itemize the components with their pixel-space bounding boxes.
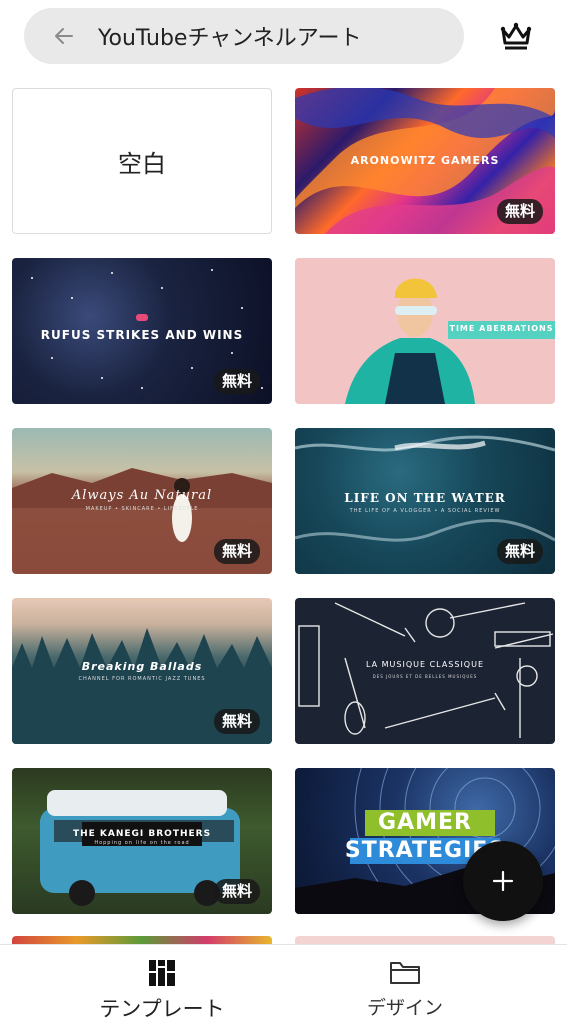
template-title: RUFUS STRIKES AND WINS [40, 328, 244, 342]
template-title: LA MUSIQUE CLASSIQUE [365, 660, 485, 669]
template-card-peek-right[interactable] [295, 936, 555, 944]
free-badge: 無料 [213, 539, 260, 564]
free-badge: 無料 [213, 879, 260, 904]
instruments-line-art [298, 602, 554, 738]
search-bar[interactable]: YouTubeチャンネルアート [24, 8, 464, 64]
nav-tab-templates-label: テンプレート [99, 997, 225, 1021]
template-card-life-on-the-water[interactable]: LIFE ON THE WATER THE LIFE OF A VLOGGER … [295, 428, 555, 574]
template-title: LIFE ON THE WATER [344, 491, 506, 505]
template-title: TIME ABERRATIONS [449, 324, 554, 333]
template-subtitle: CHANNEL FOR ROMANTIC JAZZ TUNES [78, 676, 206, 682]
template-title: ARONOWITZ GAMERS [350, 154, 500, 167]
template-card-la-musique-classique[interactable]: LA MUSIQUE CLASSIQUE DES JOURS ET DE BEL… [295, 598, 555, 744]
template-subtitle: Hopping on life on the road [94, 840, 190, 846]
nav-tab-templates[interactable]: テンプレート [62, 945, 262, 1024]
free-badge: 無料 [213, 369, 260, 394]
premium-button[interactable] [494, 16, 538, 56]
template-card-peek-left[interactable] [12, 936, 272, 944]
nav-tab-design[interactable]: デザイン [305, 945, 505, 1024]
plus-icon [492, 870, 514, 892]
template-card-aronowitz-gamers[interactable]: ARONOWITZ GAMERS 無料 [295, 88, 555, 234]
template-subtitle: DES JOURS ET DE BELLES MUSIQUES [372, 674, 478, 679]
template-subtitle: MAKEUP • SKINCARE • LIFESTYLE [85, 506, 199, 512]
nav-tab-design-label: デザイン [366, 997, 443, 1019]
back-button[interactable] [44, 16, 84, 56]
free-badge: 無料 [213, 709, 260, 734]
crown-icon [500, 22, 532, 50]
template-title-line1: GAMER [378, 810, 472, 835]
folder-icon [390, 962, 420, 984]
bottom-navigation: テンプレート デザイン [0, 944, 567, 1024]
template-grid: 空白 ARONOWITZ GAMERS 無料 RUFUS STRIKES AND… [0, 0, 567, 944]
template-card-kanegi-brothers[interactable]: THE KANEGI BROTHERS Hopping on life on t… [12, 768, 272, 914]
template-card-always-au-natural[interactable]: Always Au Natural MAKEUP • SKINCARE • LI… [12, 428, 272, 574]
template-title: THE KANEGI BROTHERS [72, 829, 212, 839]
template-card-rufus-strikes[interactable]: RUFUS STRIKES AND WINS 無料 [12, 258, 272, 404]
blank-template-label: 空白 [118, 149, 166, 178]
free-badge: 無料 [496, 539, 543, 564]
search-query-text: YouTubeチャンネルアート [98, 26, 362, 51]
arrow-left-icon [55, 28, 73, 44]
free-badge: 無料 [496, 199, 543, 224]
template-card-time-aberrations[interactable]: TIME ABERRATIONS [295, 258, 555, 404]
grid-icon [149, 960, 175, 986]
template-title: Breaking Ballads [81, 660, 203, 673]
template-title: Always Au Natural [71, 488, 213, 503]
blank-template-card[interactable]: 空白 [12, 88, 272, 234]
create-design-fab[interactable] [463, 841, 543, 921]
template-subtitle: THE LIFE OF A VLOGGER • A SOCIAL REVIEW [349, 508, 501, 514]
template-card-breaking-ballads[interactable]: Breaking Ballads CHANNEL FOR ROMANTIC JA… [12, 598, 272, 744]
